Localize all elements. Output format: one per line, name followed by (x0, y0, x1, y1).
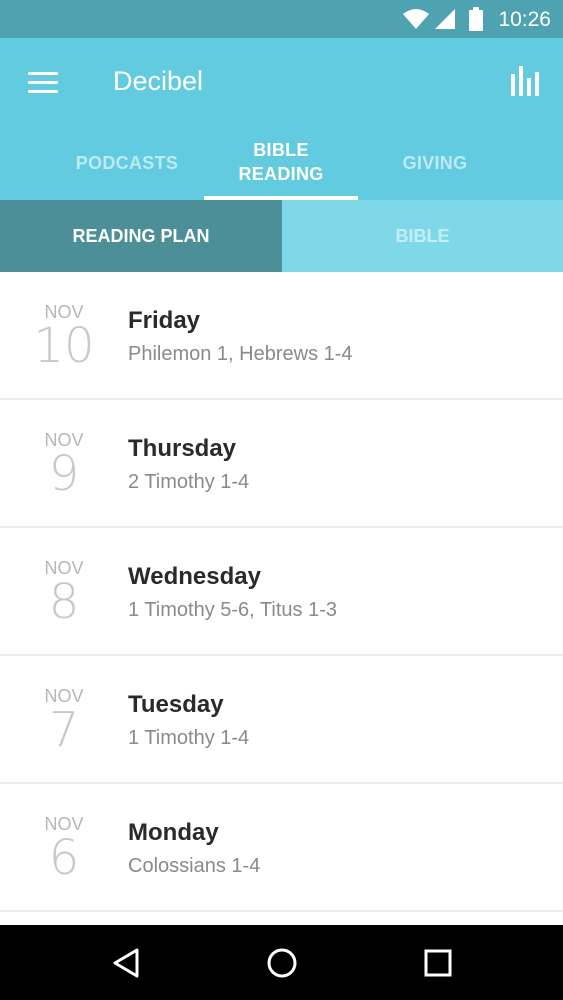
reading-weekday: Friday (128, 307, 201, 334)
back-icon[interactable] (106, 943, 146, 983)
reading-weekday: Thursday (128, 435, 237, 462)
reading-passage: 1 Timothy 1-4 (128, 727, 250, 749)
reading-row[interactable]: NOV 9 Thursday 2 Timothy 1-4 (0, 400, 563, 528)
subtab-reading-plan[interactable]: READING PLAN (0, 200, 282, 272)
signal-icon (435, 9, 455, 29)
bar-chart-icon[interactable] (508, 62, 544, 98)
tab-podcasts[interactable]: PODCASTS (50, 134, 204, 200)
status-time: 10:26 (498, 8, 551, 31)
tab-label: BIBLE READING (238, 140, 324, 184)
reading-passage: Philemon 1, Hebrews 1-4 (128, 343, 353, 365)
reading-weekday: Wednesday (128, 563, 261, 590)
reading-row[interactable]: NOV 7 Tuesday 1 Timothy 1-4 (0, 656, 563, 784)
system-nav-bar (0, 925, 563, 1000)
reading-row[interactable]: NOV 8 Wednesday 1 Timothy 5-6, Titus 1-3 (0, 528, 563, 656)
date-day: 8 (48, 574, 80, 630)
app-bar: Decibel PODCASTS BIBLE READING GIVING (0, 38, 563, 200)
date-day: 6 (48, 830, 80, 886)
app-title: Decibel (113, 66, 204, 96)
subtab-bible[interactable]: BIBLE (282, 200, 563, 272)
reading-passage: 1 Timothy 5-6, Titus 1-3 (128, 599, 337, 621)
reading-passage: Colossians 1-4 (128, 855, 261, 877)
main-tabs: PODCASTS BIBLE READING GIVING (0, 134, 563, 200)
recents-icon[interactable] (418, 943, 458, 983)
home-icon[interactable] (262, 943, 302, 983)
hamburger-menu-icon[interactable] (26, 68, 60, 96)
date-day: 7 (48, 702, 80, 758)
reading-weekday: Tuesday (128, 691, 224, 718)
status-bar: 10:26 (0, 0, 563, 38)
wifi-icon (403, 9, 429, 29)
date-day: 10 (33, 318, 95, 374)
tab-scroll-edge (0, 134, 2, 200)
tab-giving[interactable]: GIVING (358, 134, 512, 200)
reading-passage: 2 Timothy 1-4 (128, 471, 250, 493)
subtab-label: READING PLAN (72, 226, 210, 246)
subtab-label: BIBLE (395, 226, 450, 246)
reading-weekday: Monday (128, 819, 219, 846)
tab-label: PODCASTS (75, 153, 179, 173)
tab-label: GIVING (402, 153, 468, 173)
tab-bible-reading[interactable]: BIBLE READING (204, 134, 358, 200)
date-day: 9 (48, 446, 80, 502)
reading-row[interactable]: NOV 10 Friday Philemon 1, Hebrews 1-4 (0, 272, 563, 400)
battery-icon (469, 7, 483, 31)
reading-row[interactable]: NOV 6 Monday Colossians 1-4 (0, 784, 563, 912)
reading-list: NOV 10 Friday Philemon 1, Hebrews 1-4 NO… (0, 272, 563, 925)
sub-tabs: READING PLAN BIBLE (0, 200, 563, 272)
